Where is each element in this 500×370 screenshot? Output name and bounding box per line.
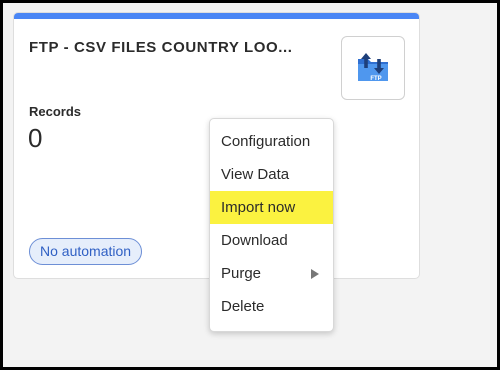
card-accent-bar xyxy=(14,13,419,19)
menu-item-delete[interactable]: Delete xyxy=(210,290,333,323)
records-count: 0 xyxy=(28,123,43,153)
automation-status-badge[interactable]: No automation xyxy=(29,238,143,265)
ftp-folder-transfer-icon: FTP xyxy=(358,53,388,82)
menu-item-purge-label: Purge xyxy=(221,265,262,282)
menu-item-download[interactable]: Download xyxy=(210,224,333,257)
card-context-menu: Configuration View Data Import now Downl… xyxy=(209,118,334,332)
menu-item-configuration[interactable]: Configuration xyxy=(210,125,333,158)
menu-item-purge[interactable]: Purge xyxy=(210,257,333,290)
ftp-source-icon-button[interactable]: FTP xyxy=(341,36,405,100)
records-label: Records xyxy=(29,104,82,119)
menu-item-import-now[interactable]: Import now xyxy=(210,191,333,224)
menu-item-view-data[interactable]: View Data xyxy=(210,158,333,191)
icon-label-text: FTP xyxy=(370,76,381,82)
card-title: FTP - CSV FILES COUNTRY LOO... xyxy=(29,39,293,56)
window-frame: FTP - CSV FILES COUNTRY LOO... FTP Recor… xyxy=(0,0,500,370)
submenu-arrow-icon xyxy=(311,269,319,279)
